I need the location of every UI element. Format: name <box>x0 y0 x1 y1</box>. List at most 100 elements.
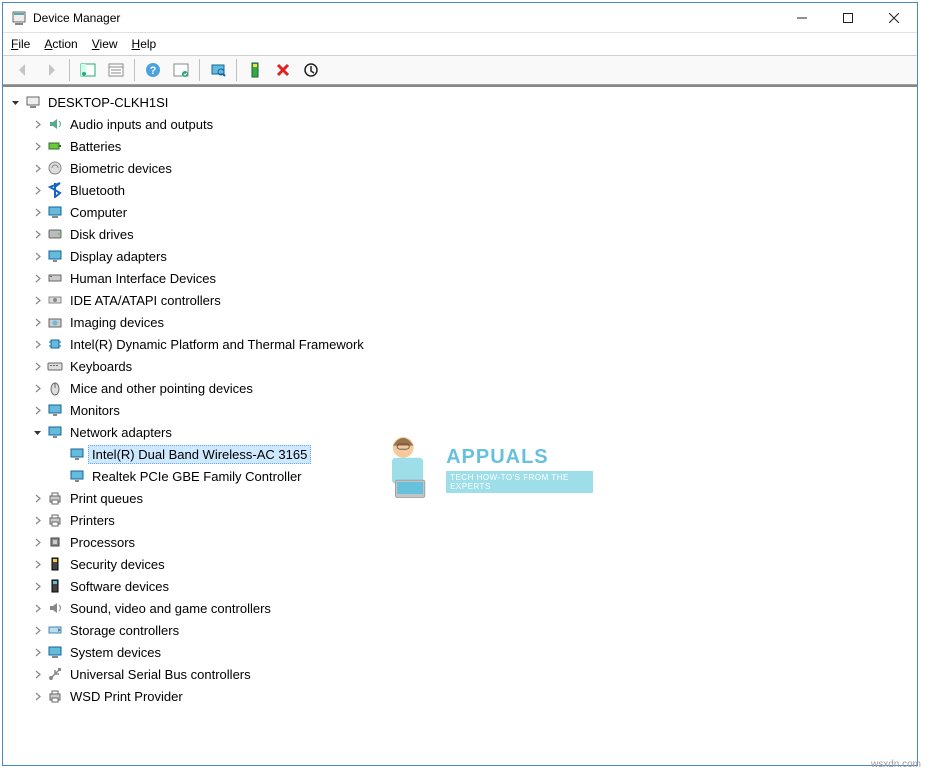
tree-item-label: System devices <box>66 643 165 662</box>
tree-category[interactable]: WSD Print Provider <box>7 685 917 707</box>
expander-icon[interactable] <box>29 292 45 308</box>
tree-category[interactable]: Human Interface Devices <box>7 267 917 289</box>
tree-item-label: Security devices <box>66 555 169 574</box>
tree-item-label: Universal Serial Bus controllers <box>66 665 255 684</box>
tree-category[interactable]: Bluetooth <box>7 179 917 201</box>
tree-device[interactable]: Intel(R) Dual Band Wireless-AC 3165 <box>7 443 917 465</box>
expander-icon[interactable] <box>29 182 45 198</box>
tree-item-label: Batteries <box>66 137 125 156</box>
tree-item-label: Intel(R) Dual Band Wireless-AC 3165 <box>88 445 311 464</box>
printer-icon <box>47 490 63 506</box>
tree-item-label: Mice and other pointing devices <box>66 379 257 398</box>
back-button[interactable] <box>11 58 35 82</box>
titlebar: Device Manager <box>3 3 917 33</box>
help-button[interactable]: ? <box>141 58 165 82</box>
disable-button[interactable] <box>299 58 323 82</box>
camera-icon <box>47 314 63 330</box>
expander-icon[interactable] <box>29 270 45 286</box>
tree-category[interactable]: Print queues <box>7 487 917 509</box>
tree-root[interactable]: DESKTOP-CLKH1SI <box>7 91 917 113</box>
expander-icon[interactable] <box>29 688 45 704</box>
tree-device[interactable]: Realtek PCIe GBE Family Controller <box>7 465 917 487</box>
monitor-icon <box>47 402 63 418</box>
expander-icon[interactable] <box>29 380 45 396</box>
menu-file[interactable]: File <box>11 37 30 51</box>
scan-hardware-button[interactable] <box>206 58 230 82</box>
expander-icon[interactable] <box>29 578 45 594</box>
expander-icon[interactable] <box>29 600 45 616</box>
tree-category[interactable]: IDE ATA/ATAPI controllers <box>7 289 917 311</box>
device-tree[interactable]: APPUALS TECH HOW-TO'S FROM THE EXPERTS D… <box>3 85 917 765</box>
expander-icon[interactable] <box>29 622 45 638</box>
close-button[interactable] <box>871 3 917 33</box>
tree-category[interactable]: Processors <box>7 531 917 553</box>
keyboard-icon <box>47 358 63 374</box>
tree-category[interactable]: Software devices <box>7 575 917 597</box>
toolbar-separator <box>236 59 237 81</box>
expander-icon[interactable] <box>29 490 45 506</box>
expander-icon[interactable] <box>29 666 45 682</box>
expander-icon[interactable] <box>29 424 45 440</box>
tree-category[interactable]: Display adapters <box>7 245 917 267</box>
expander-icon[interactable] <box>29 402 45 418</box>
tree-item-label: Monitors <box>66 401 124 420</box>
menu-view[interactable]: View <box>92 37 118 51</box>
tree-category[interactable]: System devices <box>7 641 917 663</box>
forward-button[interactable] <box>39 58 63 82</box>
tree-category[interactable]: Intel(R) Dynamic Platform and Thermal Fr… <box>7 333 917 355</box>
mouse-icon <box>47 380 63 396</box>
tree-item-label: Bluetooth <box>66 181 129 200</box>
expander-icon <box>51 446 67 462</box>
tree-category[interactable]: Storage controllers <box>7 619 917 641</box>
tree-item-label: Human Interface Devices <box>66 269 220 288</box>
expander-icon[interactable] <box>29 160 45 176</box>
tree-category[interactable]: Batteries <box>7 135 917 157</box>
tree-category[interactable]: Biometric devices <box>7 157 917 179</box>
tree-item-label: IDE ATA/ATAPI controllers <box>66 291 225 310</box>
expander-icon[interactable] <box>29 116 45 132</box>
show-hide-tree-button[interactable] <box>76 58 100 82</box>
network-icon <box>69 446 85 462</box>
tree-item-label: Computer <box>66 203 131 222</box>
security-icon <box>47 556 63 572</box>
expander-icon[interactable] <box>29 248 45 264</box>
tree-category[interactable]: Keyboards <box>7 355 917 377</box>
expander-icon[interactable] <box>29 358 45 374</box>
uninstall-button[interactable] <box>271 58 295 82</box>
add-hardware-button[interactable] <box>243 58 267 82</box>
printer-icon <box>47 512 63 528</box>
menu-action[interactable]: Action <box>44 37 77 51</box>
expander-icon[interactable] <box>29 512 45 528</box>
tree-item-label: Biometric devices <box>66 159 176 178</box>
menu-help[interactable]: Help <box>132 37 157 51</box>
properties-button[interactable] <box>104 58 128 82</box>
minimize-button[interactable] <box>779 3 825 33</box>
window-controls <box>779 3 917 33</box>
tree-category[interactable]: Network adapters <box>7 421 917 443</box>
expander-icon[interactable] <box>29 138 45 154</box>
tree-category[interactable]: Imaging devices <box>7 311 917 333</box>
expander-icon[interactable] <box>29 226 45 242</box>
expander-icon[interactable] <box>29 204 45 220</box>
tree-category[interactable]: Monitors <box>7 399 917 421</box>
tree-item-label: Software devices <box>66 577 173 596</box>
expander-icon[interactable] <box>29 314 45 330</box>
expander-icon[interactable] <box>29 556 45 572</box>
tree-category[interactable]: Sound, video and game controllers <box>7 597 917 619</box>
tree-category[interactable]: Printers <box>7 509 917 531</box>
tree-category[interactable]: Computer <box>7 201 917 223</box>
tree-category[interactable]: Universal Serial Bus controllers <box>7 663 917 685</box>
tree-item-label: DESKTOP-CLKH1SI <box>44 93 172 112</box>
software-icon <box>47 578 63 594</box>
expander-icon[interactable] <box>7 94 23 110</box>
tree-item-label: Intel(R) Dynamic Platform and Thermal Fr… <box>66 335 368 354</box>
expander-icon[interactable] <box>29 644 45 660</box>
tree-category[interactable]: Disk drives <box>7 223 917 245</box>
expander-icon[interactable] <box>29 336 45 352</box>
tree-category[interactable]: Security devices <box>7 553 917 575</box>
expander-icon[interactable] <box>29 534 45 550</box>
tree-category[interactable]: Mice and other pointing devices <box>7 377 917 399</box>
update-driver-button[interactable] <box>169 58 193 82</box>
maximize-button[interactable] <box>825 3 871 33</box>
tree-category[interactable]: Audio inputs and outputs <box>7 113 917 135</box>
